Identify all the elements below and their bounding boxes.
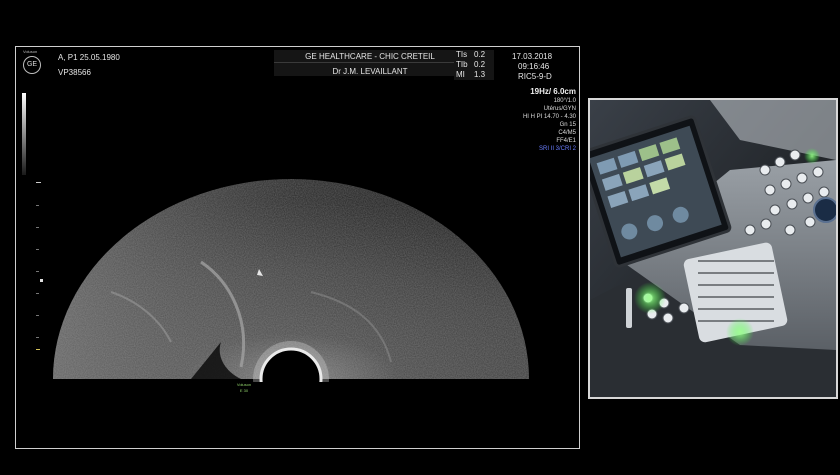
doctor-name: Dr J.M. LEVAILLANT (332, 67, 408, 76)
probe-marker: Voluson E 30 (232, 382, 256, 394)
console-illustration (590, 100, 836, 397)
sri-setting: SRI II 3/CRI 2 (538, 146, 576, 152)
depth-marker (36, 182, 41, 183)
grayscale-bar (22, 93, 26, 175)
exam-preset: Utérus/GYN (543, 106, 576, 112)
depth-tick (36, 249, 39, 250)
exam-date: 17.03.2018 (512, 52, 553, 61)
depth-tick (36, 315, 39, 316)
institution-name: GE HEALTHCARE - CHIC CRETEIL (305, 52, 435, 61)
tib-label: TIb (456, 60, 468, 69)
console-camera-view (588, 98, 838, 399)
gray-map: C4/M5 (558, 130, 576, 136)
green-indicator-glow (804, 148, 820, 164)
sector-angle: 180°/1.0 (553, 98, 576, 104)
probe-name: RIC5-9-D (518, 72, 552, 81)
mi-value: 1.3 (474, 70, 486, 79)
focus-marker (36, 349, 40, 350)
tib-value: 0.2 (474, 60, 486, 69)
acquisition-parameters: 19Hz/ 6.0cm 180°/1.0 Utérus/GYN HI H PI … (496, 87, 576, 153)
depth-pointer (40, 279, 43, 282)
mi-label: MI (456, 70, 465, 79)
tis-label: TIs (456, 50, 468, 59)
green-indicator-glow (726, 318, 754, 346)
frame-depth: 19Hz/ 6.0cm (530, 87, 576, 96)
header-separator (274, 62, 466, 63)
voluson-brand: Voluson (23, 49, 38, 54)
green-indicator-glow (634, 282, 666, 314)
trackball (813, 197, 836, 223)
depth-tick (36, 227, 39, 228)
depth-tick (36, 271, 39, 272)
ultrasound-sector-image (53, 179, 529, 382)
depth-tick (36, 205, 39, 206)
filter: FF4/E1 (556, 138, 576, 144)
patient-name: A, P1 25.05.1980 (58, 53, 120, 62)
tis-value: 0.2 (474, 50, 486, 59)
ultrasound-display: Voluson GE A, P1 25.05.1980 VP38566 GE H… (15, 46, 580, 449)
depth-tick (36, 293, 39, 294)
probe-marker-model: E 30 (239, 388, 249, 393)
depth-tick (36, 337, 39, 338)
gain: Gn 15 (559, 122, 576, 128)
probe-holder (626, 288, 632, 328)
ge-logo: GE (23, 56, 41, 74)
harmonics: HI H PI 14.70 - 4.30 (522, 114, 576, 120)
exam-time: 09:16:46 (518, 62, 550, 71)
patient-record: VP38566 (58, 68, 91, 77)
